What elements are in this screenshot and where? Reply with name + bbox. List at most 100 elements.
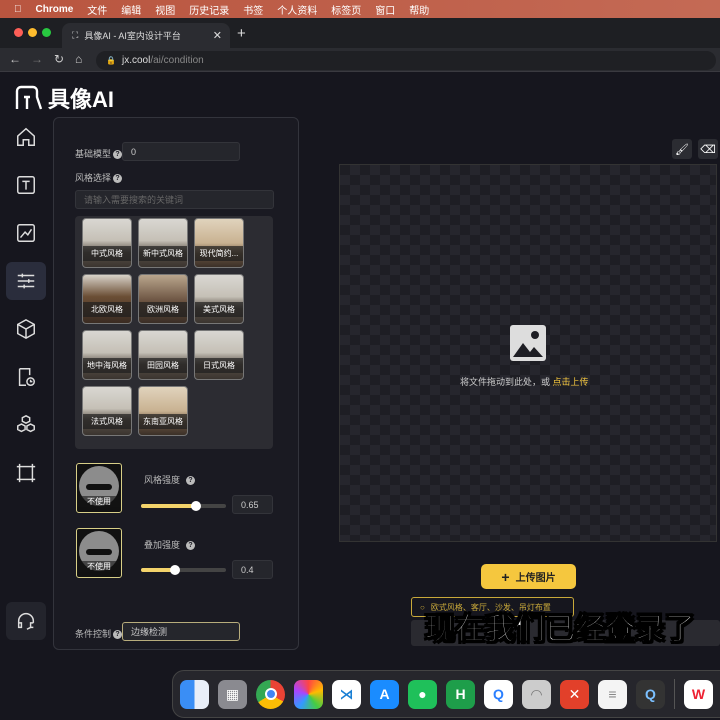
sidebar-item-home[interactable] — [6, 118, 46, 156]
sidebar-item-adjust[interactable] — [6, 262, 46, 300]
condition-label: 条件控制? — [75, 627, 123, 640]
menu-item[interactable]: 文件 — [87, 2, 107, 17]
cube-icon — [17, 318, 35, 340]
dock-app-wps[interactable]: W — [684, 679, 713, 709]
image-icon — [510, 325, 546, 361]
menu-item[interactable]: 窗口 — [375, 2, 395, 17]
apple-icon[interactable]:  — [14, 4, 22, 15]
close-tab-icon[interactable]: ✕ — [213, 29, 222, 42]
style-tile[interactable]: 东南亚风格 — [138, 386, 188, 436]
sidebar-item-frame[interactable] — [6, 454, 46, 492]
menu-item[interactable]: 编辑 — [121, 2, 141, 17]
menu-app[interactable]: Chrome — [36, 4, 74, 15]
upload-image-button[interactable]: + 上传图片 — [481, 564, 576, 589]
style-reference-image[interactable]: 不使用 — [76, 463, 122, 513]
overlay-strength-label: 叠加强度? — [144, 538, 196, 551]
style-tile[interactable]: 新中式风格 — [138, 218, 188, 268]
minimize-window-button[interactable] — [28, 28, 37, 37]
dock-app-h[interactable]: H — [446, 679, 475, 709]
dock-app-messages[interactable]: ◠ — [522, 679, 551, 709]
base-model-input[interactable]: 0 — [122, 142, 240, 161]
dock-app-photos[interactable] — [294, 679, 323, 709]
menu-item[interactable]: 个人资料 — [277, 2, 317, 17]
style-tile[interactable]: 田园风格 — [138, 330, 188, 380]
style-strength-input[interactable]: 0.65 — [232, 495, 273, 514]
help-icon[interactable]: ? — [186, 476, 196, 486]
dock-divider — [674, 679, 675, 709]
style-tile[interactable]: 现代简约... — [194, 218, 244, 268]
home-icon[interactable]: ⌂ — [75, 52, 82, 66]
dock-app-launchpad[interactable]: ▦ — [218, 679, 247, 709]
overlay-strength-input[interactable]: 0.4 — [232, 560, 273, 579]
overlay-reference-image[interactable]: 不使用 — [76, 528, 122, 578]
dock-app-appstore[interactable]: A — [370, 679, 399, 709]
dock-app-wechat[interactable]: ● — [408, 679, 437, 709]
style-tile[interactable]: 欧洲风格 — [138, 274, 188, 324]
drop-hint: 将文件拖动到此处，或 点击上传 — [460, 377, 589, 387]
help-icon[interactable]: ? — [113, 630, 123, 640]
click-upload-link[interactable]: 点击上传 — [553, 377, 589, 387]
favicon-icon: ⛶ — [72, 30, 79, 40]
close-window-button[interactable] — [14, 28, 23, 37]
style-strength-slider[interactable] — [141, 501, 226, 511]
help-icon[interactable]: ? — [113, 150, 123, 160]
frame-icon — [16, 463, 36, 483]
style-tile[interactable]: 日式风格 — [194, 330, 244, 380]
sidebar-item-3d[interactable] — [6, 310, 46, 348]
headset-icon — [17, 613, 35, 630]
support-button[interactable] — [6, 602, 46, 640]
style-tile[interactable]: 地中海风格 — [82, 330, 132, 380]
text-icon — [17, 176, 35, 194]
style-search-input[interactable]: 请输入需要搜索的关键词 — [75, 190, 274, 209]
new-tab-button[interactable]: + — [237, 25, 246, 42]
help-icon[interactable]: ? — [113, 174, 123, 184]
dock-app-reminders[interactable]: ≡ — [598, 679, 627, 709]
sidebar-item-text[interactable] — [6, 166, 46, 204]
slider-handle[interactable] — [170, 565, 180, 575]
back-icon[interactable]: ← — [9, 52, 21, 66]
menu-item[interactable]: 帮助 — [409, 2, 429, 17]
help-icon[interactable]: ? — [186, 541, 196, 551]
dock-app-xmind[interactable]: ✕ — [560, 679, 589, 709]
logo-icon — [15, 85, 43, 110]
brush-icon: 🖌 — [675, 143, 689, 156]
style-strength-label: 风格强度? — [144, 473, 196, 486]
menu-item[interactable]: 书签 — [243, 2, 263, 17]
menu-item[interactable]: 历史记录 — [189, 2, 229, 17]
sidebar-item-assets[interactable] — [6, 406, 46, 444]
brush-tool-button[interactable]: 🖌 — [672, 139, 692, 159]
forward-icon[interactable]: → — [31, 52, 43, 66]
condition-select[interactable]: 边缘检测 — [122, 622, 240, 641]
sliders-icon — [17, 273, 35, 289]
sidebar-item-sketch[interactable] — [6, 214, 46, 252]
style-tile[interactable]: 中式风格 — [82, 218, 132, 268]
sidebar-item-history[interactable] — [6, 358, 46, 396]
style-tile[interactable]: 法式风格 — [82, 386, 132, 436]
overlay-strength-slider[interactable] — [141, 565, 226, 575]
dock-app-chat[interactable]: Q — [484, 679, 513, 709]
style-tile[interactable]: 美式风格 — [194, 274, 244, 324]
logo[interactable]: 具像AI — [14, 82, 114, 114]
tab-title: 具像AI - AI室内设计平台 — [84, 31, 181, 41]
url-path: /ai/condition — [150, 55, 204, 66]
mac-menubar:  Chrome 文件 编辑 视图 历史记录 书签 个人资料 标签页 窗口 帮助 — [0, 0, 720, 18]
maximize-window-button[interactable] — [42, 28, 51, 37]
menu-item[interactable]: 标签页 — [331, 2, 361, 17]
dock: ▦ ⋊ A ● H Q ◠ ✕ ≡ Q W — [172, 670, 720, 718]
logo-text: 具像AI — [48, 87, 115, 112]
reload-icon[interactable]: ↻ — [54, 52, 64, 66]
lock-icon: 🔒 — [106, 56, 116, 65]
dock-app-chrome[interactable] — [256, 679, 285, 709]
address-bar[interactable]: 🔒 jx.cool/ai/condition — [96, 51, 716, 70]
menu-item[interactable]: 视图 — [155, 2, 175, 17]
eraser-tool-button[interactable]: ⌫ — [698, 139, 718, 159]
dock-app-vscode[interactable]: ⋊ — [332, 679, 361, 709]
style-label: 风格选择? — [75, 171, 123, 184]
eraser-icon: ⌫ — [700, 143, 716, 156]
dock-app-quicktime[interactable]: Q — [636, 679, 665, 709]
style-tile[interactable]: 北欧风格 — [82, 274, 132, 324]
video-subtitle: 现在我们已经登录了 — [425, 613, 696, 647]
cubes-icon — [17, 415, 35, 433]
dock-app-finder[interactable] — [180, 679, 209, 709]
browser-tab[interactable]: ⛶ 具像AI - AI室内设计平台 ✕ — [62, 23, 230, 48]
